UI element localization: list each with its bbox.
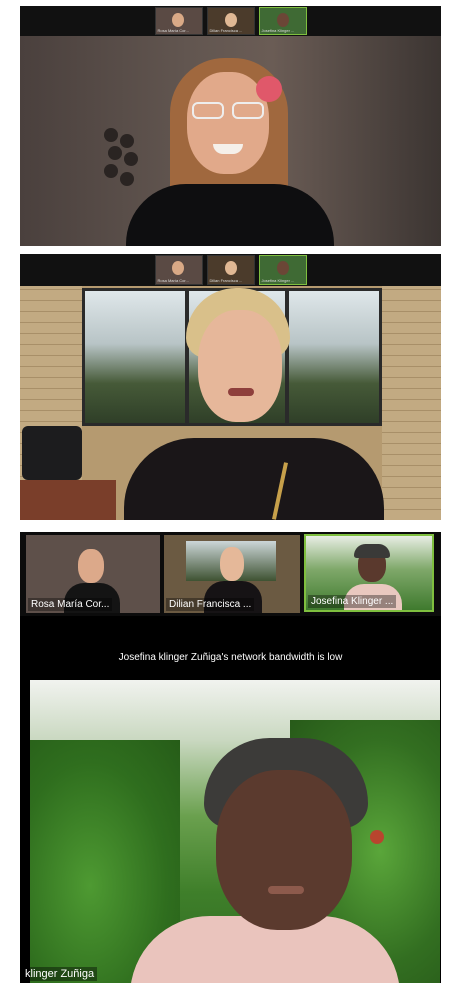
participant-name: Dilian Francisca ... — [209, 28, 243, 33]
participant-name: Rosa María Cor... — [157, 278, 189, 283]
main-video: klinger Zuñiga — [22, 680, 440, 983]
video-call-panel-3: Rosa María Cor... Dilian Francisca ... J… — [20, 532, 441, 983]
speaker-mouth — [228, 388, 254, 396]
participant-name-label: Dilian Francisca ... — [166, 598, 255, 611]
speaker-mouth — [268, 886, 304, 894]
participant-thumb-josefina[interactable]: Josefina Klinger ... — [258, 7, 307, 35]
speaker-face — [216, 770, 352, 930]
bandwidth-warning: Josefina klinger Zuñiga's network bandwi… — [118, 652, 343, 663]
red-flowers — [370, 830, 384, 844]
desk — [20, 480, 116, 520]
video-call-panel-1: Rosa María Cor... Dilian Francisca ... J… — [20, 6, 441, 246]
participant-thumb-dilian[interactable]: Dilian Francisca ... — [206, 255, 255, 285]
participant-thumb-dilian[interactable]: Dilian Francisca ... — [206, 7, 255, 35]
participant-strip: Rosa María Cor... Dilian Francisca ... J… — [20, 254, 441, 286]
participant-name-label: Josefina Klinger ... — [308, 595, 397, 608]
participant-thumb-josefina[interactable]: Josefina Klinger ... — [258, 255, 307, 285]
participant-tile-dilian[interactable]: Dilian Francisca ... — [164, 535, 300, 613]
office-chair — [22, 426, 82, 480]
participant-gallery: Rosa María Cor... Dilian Francisca ... J… — [20, 532, 441, 616]
video-call-panel-2: Rosa María Cor... Dilian Francisca ... J… — [20, 254, 441, 520]
wall-decor — [104, 128, 142, 208]
speaker-body — [124, 438, 384, 520]
main-speaker-name-label: klinger Zuñiga — [22, 967, 98, 981]
speaker-body — [126, 184, 334, 246]
participant-strip: Rosa María Cor... Dilian Francisca ... J… — [20, 6, 441, 36]
main-video — [20, 36, 441, 246]
participant-name-label: Rosa María Cor... — [28, 598, 113, 611]
brick-wall-right — [382, 286, 441, 520]
speaker-face — [198, 310, 282, 422]
hair-flower-icon — [256, 76, 282, 102]
participant-tile-josefina[interactable]: Josefina Klinger ... — [304, 534, 434, 612]
participant-tile-rosa[interactable]: Rosa María Cor... — [26, 535, 160, 613]
participant-name: Rosa María Cor... — [157, 28, 189, 33]
participant-thumb-rosa[interactable]: Rosa María Cor... — [154, 255, 203, 285]
participant-name: Josefina Klinger ... — [261, 278, 295, 283]
participant-name: Josefina Klinger ... — [261, 28, 295, 33]
main-video — [20, 286, 441, 520]
glasses-icon — [192, 102, 264, 120]
participant-thumb-rosa[interactable]: Rosa María Cor... — [154, 7, 203, 35]
participant-name: Dilian Francisca ... — [209, 278, 243, 283]
